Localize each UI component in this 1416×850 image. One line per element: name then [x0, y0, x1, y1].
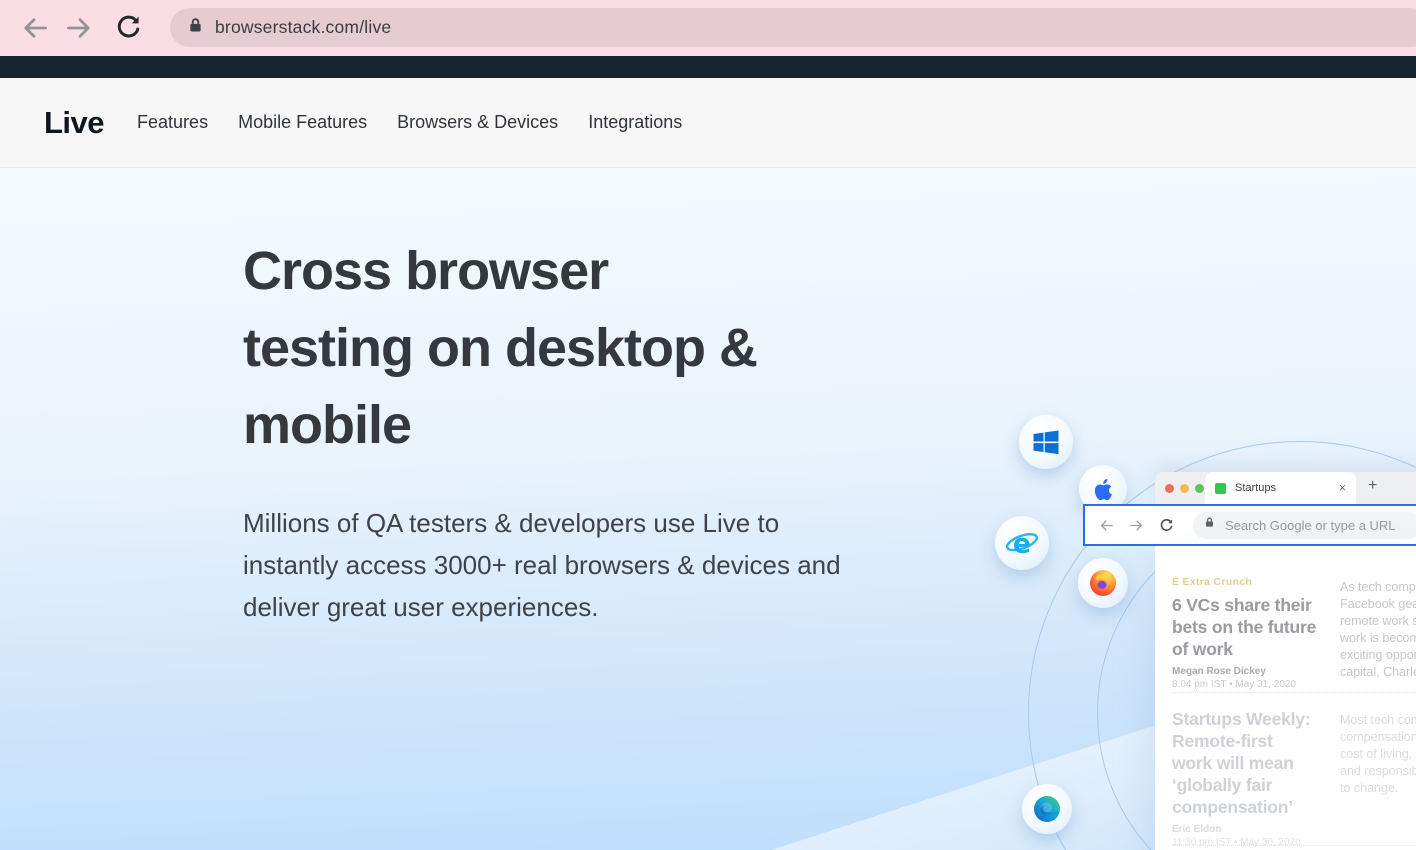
forward-icon[interactable]	[64, 13, 94, 43]
article-separator	[1172, 692, 1416, 693]
article-1-excerpt: As tech companie Facebook gear up remote…	[1340, 580, 1416, 679]
mock-search-placeholder: Search Google or type a URL	[1225, 517, 1396, 533]
edge-icon	[1022, 784, 1072, 834]
article-1-title: 6 VCs share their bets on the future of …	[1172, 595, 1317, 659]
tab-title: Startups	[1235, 482, 1276, 494]
nav-item-integrations[interactable]: Integrations	[588, 112, 682, 133]
new-tab-icon: +	[1368, 477, 1378, 494]
mock-lock-icon	[1203, 516, 1216, 534]
article-2-title: Startups Weekly: Remote-first work will …	[1172, 709, 1311, 817]
article-separator	[1172, 845, 1416, 846]
hero-description: instantly access 3000+ real browsers & d…	[243, 550, 841, 580]
mock-browser-tabbar: Startups × +	[1155, 472, 1416, 504]
article-tag: Ė Extra Crunch	[1172, 576, 1253, 588]
nav-item-features[interactable]: Features	[137, 112, 208, 133]
brand-live[interactable]: Live	[44, 105, 105, 141]
dark-status-strip	[0, 56, 1416, 78]
lock-icon	[186, 16, 205, 40]
page-title: testing on desktop &	[243, 318, 758, 378]
mock-forward-icon	[1128, 517, 1145, 534]
article-2-author: Eric Eldon	[1172, 824, 1222, 835]
windows-icon	[1019, 415, 1073, 469]
firefox-icon	[1078, 558, 1128, 608]
nav-item-mobile-features[interactable]: Mobile Features	[238, 112, 367, 133]
page-title: mobile	[243, 395, 412, 455]
reload-icon[interactable]	[113, 12, 143, 42]
nav-item-browsers-devices[interactable]: Browsers & Devices	[397, 112, 558, 133]
article-2-excerpt: Most tech compa compensation on cost of …	[1340, 713, 1416, 795]
traffic-light-green	[1195, 483, 1204, 493]
article-1-date: 8:04 pm IST • May 31, 2020	[1172, 679, 1296, 690]
traffic-light-red	[1165, 483, 1174, 493]
traffic-light-yellow	[1180, 483, 1189, 493]
mock-tab-startups: Startups ×	[1205, 472, 1356, 504]
hero-section: e Startups × + Search Google or type a U…	[0, 168, 1416, 850]
mock-search-field: Search Google or type a URL	[1193, 511, 1416, 539]
mock-back-icon	[1098, 517, 1115, 534]
page-title: Cross browser	[243, 241, 609, 301]
address-bar[interactable]: browserstack.com/live	[170, 8, 1416, 47]
internet-explorer-icon: e	[995, 516, 1049, 570]
product-nav: Live Features Mobile Features Browsers &…	[0, 78, 1416, 168]
hero-description: Millions of QA testers & developers use …	[243, 508, 780, 538]
tab-close-icon: ×	[1338, 481, 1346, 495]
hero-description: deliver great user experiences.	[243, 592, 599, 622]
back-icon[interactable]	[20, 13, 50, 43]
mock-address-bar: Search Google or type a URL	[1083, 504, 1416, 546]
browser-chrome: browserstack.com/live	[0, 0, 1416, 56]
article-2-date: 11:30 pm IST • May 30, 2020	[1172, 837, 1301, 848]
article-1-author: Megan Rose Dickey	[1172, 666, 1266, 677]
tab-favicon	[1215, 482, 1226, 494]
browserstack-live-page: browserstack.com/live Live Features Mobi…	[0, 0, 1416, 850]
svg-text:e: e	[1013, 528, 1031, 559]
mock-browser-content: Ė Extra Crunch 6 VCs share their bets on…	[1155, 546, 1416, 850]
mock-reload-icon	[1158, 517, 1175, 534]
url-text: browserstack.com/live	[215, 17, 392, 37]
